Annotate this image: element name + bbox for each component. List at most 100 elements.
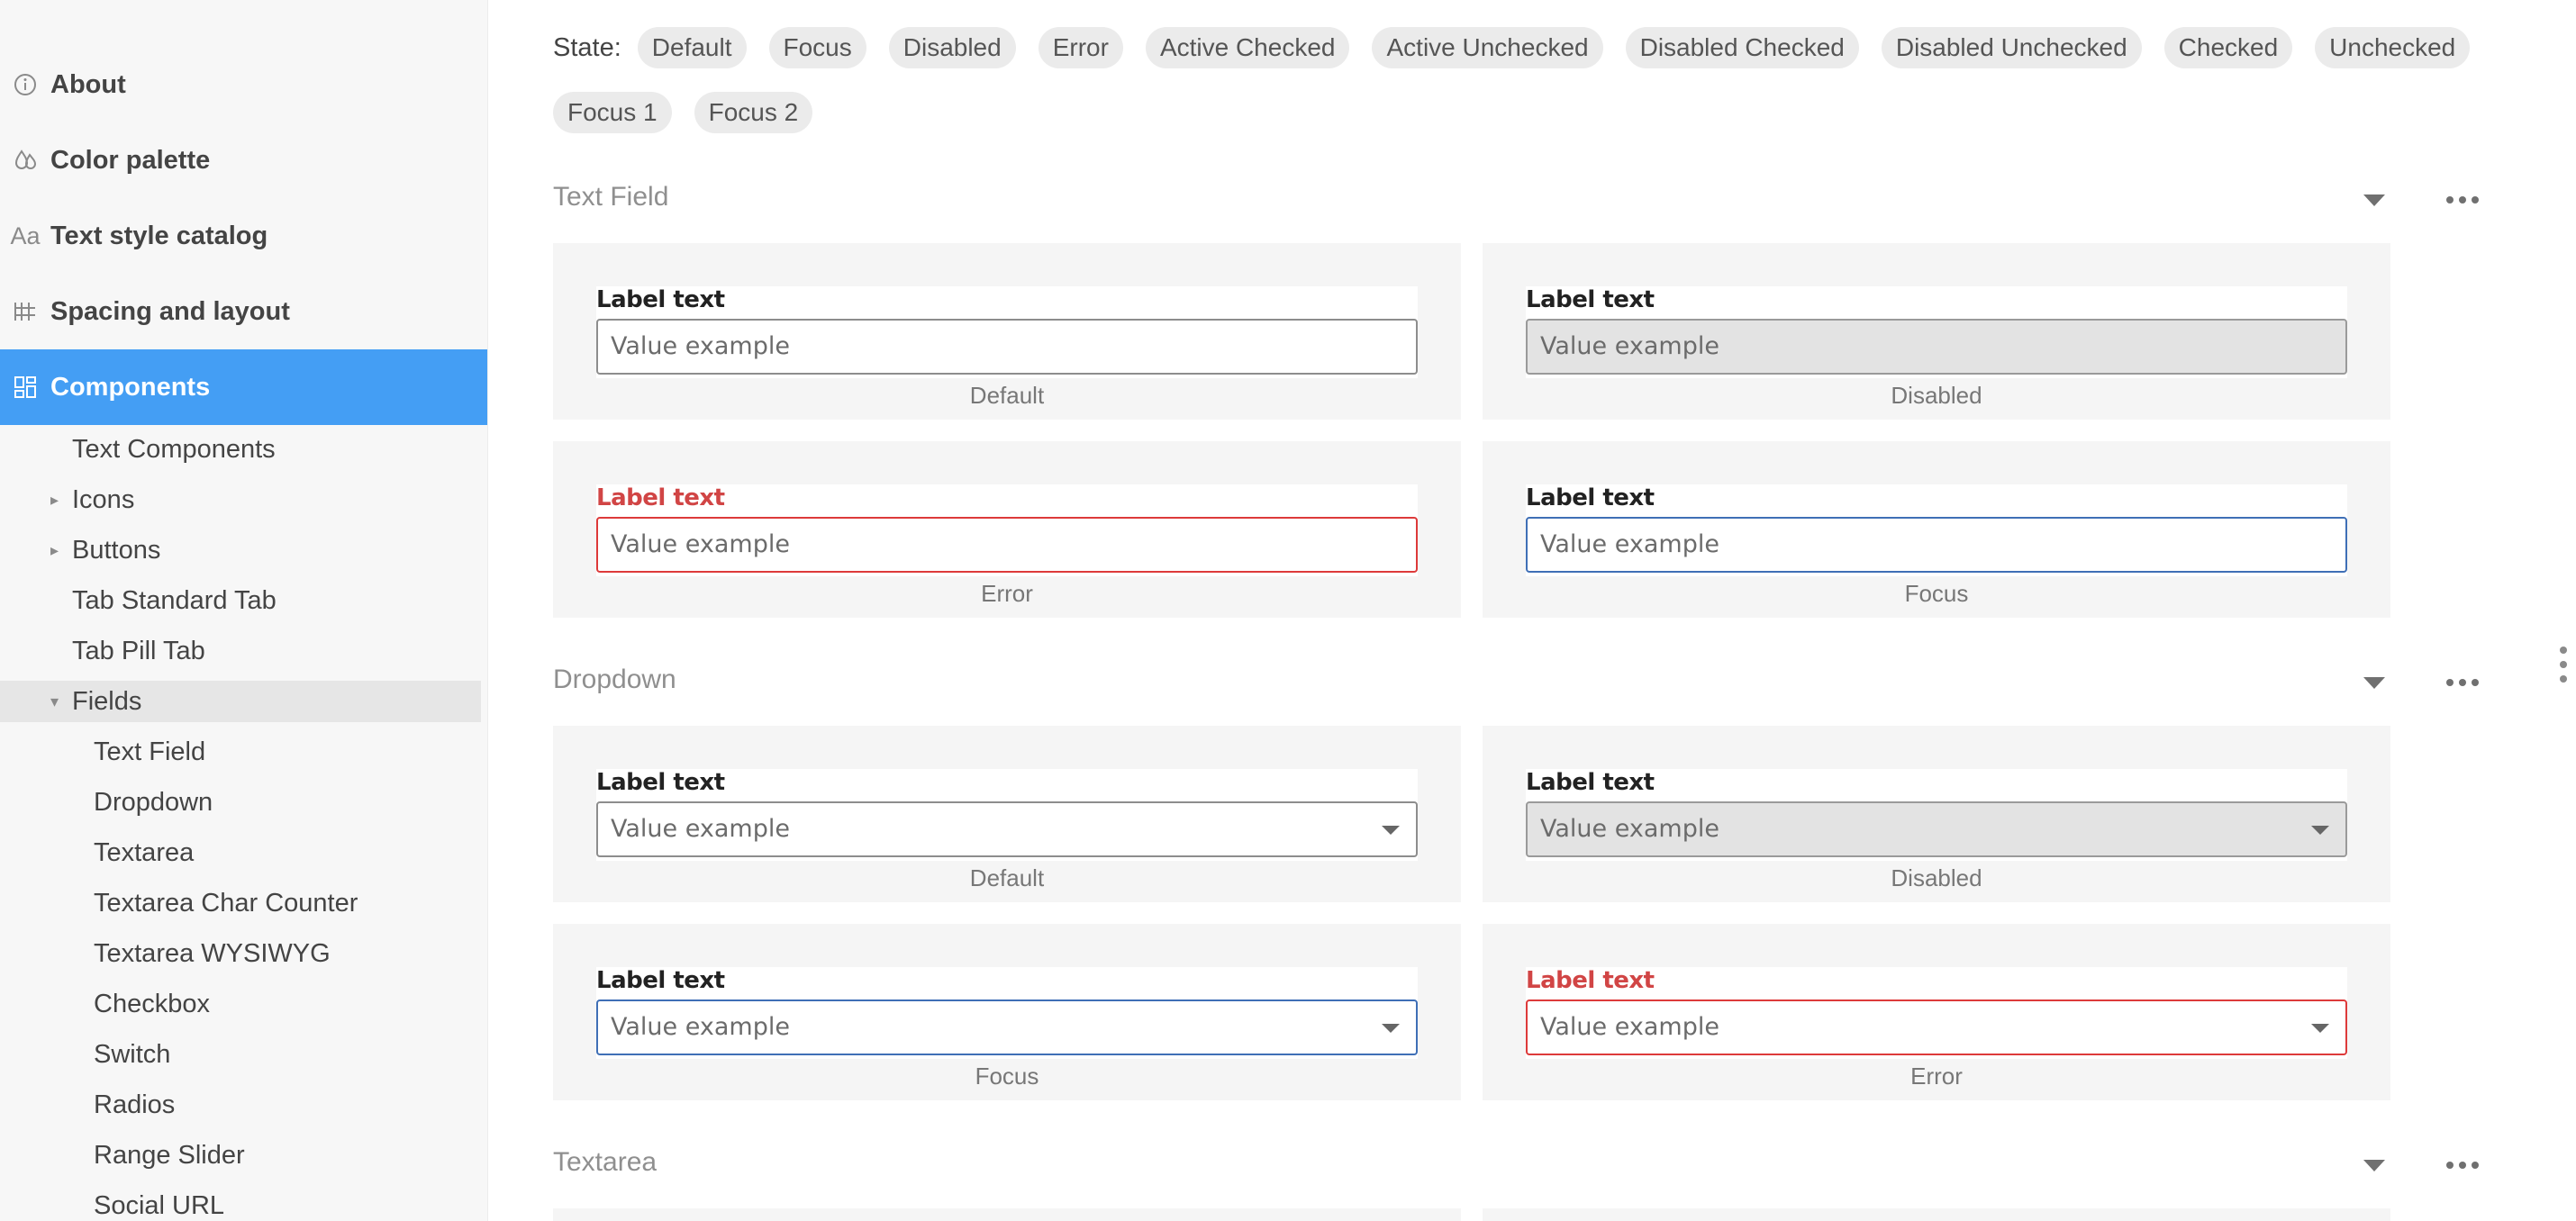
dropdown-select[interactable]: Value example bbox=[596, 999, 1418, 1055]
state-chip-checked[interactable]: Checked bbox=[2163, 27, 2293, 68]
tree-item-text-field[interactable]: Text Field bbox=[0, 731, 481, 773]
text-field-card-disabled: Label text Value example Disabled bbox=[1483, 243, 2390, 420]
tree-item-fields[interactable]: ▾ Fields bbox=[0, 681, 481, 722]
dropdown-card-default: Label text Value example Default bbox=[553, 726, 1461, 902]
field-label: Label text bbox=[596, 967, 725, 994]
tree-item-switch[interactable]: Switch bbox=[0, 1034, 481, 1075]
collapse-caret-icon[interactable] bbox=[2363, 677, 2385, 689]
nav-item-label: Components bbox=[50, 372, 211, 402]
nav-item-components[interactable]: Components bbox=[0, 349, 487, 425]
tree-item-label: Social URL bbox=[94, 1190, 225, 1220]
dropdown-field: Label text Value example bbox=[1526, 967, 2347, 1059]
state-chip-disabled[interactable]: Disabled bbox=[888, 27, 1016, 68]
dropdown-select[interactable]: Value example bbox=[596, 801, 1418, 857]
field-label: Label text bbox=[1526, 286, 1655, 313]
dropdown-card-focus: Label text Value example Focus bbox=[553, 924, 1461, 1100]
textarea-card bbox=[553, 1208, 1461, 1221]
tree-item-radios[interactable]: Radios bbox=[0, 1084, 481, 1126]
tree-item-label: Tab Standard Tab bbox=[72, 585, 277, 615]
text-input: Value example bbox=[1526, 319, 2347, 375]
more-options-icon[interactable] bbox=[2446, 679, 2479, 686]
state-chip-default[interactable]: Default bbox=[637, 27, 747, 68]
section-title-text-field: Text Field bbox=[553, 182, 669, 212]
state-caption: Focus bbox=[975, 1063, 1039, 1090]
state-chip-error[interactable]: Error bbox=[1038, 27, 1123, 68]
collapse-caret-icon[interactable] bbox=[2363, 194, 2385, 206]
tree-item-label: Icons bbox=[72, 484, 135, 514]
tree-item-tab-pill-tab[interactable]: Tab Pill Tab bbox=[0, 630, 481, 672]
resize-handle-icon[interactable] bbox=[2560, 647, 2567, 683]
state-chip-focus-2[interactable]: Focus 2 bbox=[694, 92, 813, 133]
text-input[interactable]: Value example bbox=[596, 319, 1418, 375]
tree-item-text-components[interactable]: Text Components bbox=[0, 429, 481, 470]
text-field: Label text Value example bbox=[1526, 286, 2347, 378]
tree-item-textarea-char-counter[interactable]: Textarea Char Counter bbox=[0, 882, 481, 924]
field-label: Label text bbox=[596, 769, 725, 796]
nav-item-color-palette[interactable]: Color palette bbox=[0, 122, 487, 198]
nav-item-text-style-catalog[interactable]: Aa Text style catalog bbox=[0, 198, 487, 274]
text-style-icon: Aa bbox=[10, 222, 41, 249]
state-caption: Disabled bbox=[1891, 382, 1982, 409]
tree-item-label: Fields bbox=[72, 686, 142, 716]
nav-item-about[interactable]: About bbox=[0, 47, 487, 122]
state-caption: Default bbox=[969, 382, 1045, 409]
dropdown-value: Value example bbox=[611, 815, 790, 843]
field-label: Label text bbox=[596, 286, 725, 313]
dropdown-select: Value example bbox=[1526, 801, 2347, 857]
nav-item-label: Text style catalog bbox=[50, 221, 268, 250]
more-options-icon[interactable] bbox=[2446, 196, 2479, 204]
section-title-dropdown: Dropdown bbox=[553, 665, 676, 694]
nav-item-spacing-and-layout[interactable]: Spacing and layout bbox=[0, 274, 487, 349]
caret-right-icon[interactable]: ▸ bbox=[50, 492, 61, 508]
tree-item-textarea[interactable]: Textarea bbox=[0, 832, 481, 873]
chevron-down-icon bbox=[1382, 1024, 1400, 1033]
text-field: Label text Value example bbox=[596, 286, 1418, 378]
tree-item-icons[interactable]: ▸ Icons bbox=[0, 479, 481, 520]
caret-right-icon[interactable]: ▸ bbox=[50, 542, 61, 558]
chevron-down-icon bbox=[2311, 826, 2329, 835]
text-field: Label text Value example bbox=[1526, 484, 2347, 576]
components-icon bbox=[0, 375, 50, 400]
main-content: State: Default Focus Disabled Error Acti… bbox=[488, 0, 2576, 1221]
tree-item-label: Checkbox bbox=[94, 989, 210, 1018]
text-field-card-default: Label text Value example Default bbox=[553, 243, 1461, 420]
caret-down-icon[interactable]: ▾ bbox=[50, 693, 61, 710]
tree-item-checkbox[interactable]: Checkbox bbox=[0, 983, 481, 1025]
state-chip-active-checked[interactable]: Active Checked bbox=[1145, 27, 1350, 68]
dropdown-value: Value example bbox=[1540, 1013, 1719, 1041]
tree-item-tab-standard-tab[interactable]: Tab Standard Tab bbox=[0, 580, 481, 621]
text-input[interactable]: Value example bbox=[1526, 517, 2347, 573]
state-caption: Error bbox=[1910, 1063, 1963, 1090]
tree-item-label: Textarea WYSIWYG bbox=[94, 938, 331, 968]
tree-item-range-slider[interactable]: Range Slider bbox=[0, 1135, 481, 1176]
tree-item-textarea-wysiwyg[interactable]: Textarea WYSIWYG bbox=[0, 933, 481, 974]
state-chip-active-unchecked[interactable]: Active Unchecked bbox=[1372, 27, 1603, 68]
tree-item-label: Radios bbox=[94, 1090, 176, 1119]
sidebar: About Color palette Aa Text style catalo… bbox=[0, 0, 488, 1221]
tree-item-dropdown[interactable]: Dropdown bbox=[0, 782, 481, 823]
state-chip-focus-1[interactable]: Focus 1 bbox=[553, 92, 672, 133]
state-caption: Error bbox=[981, 580, 1033, 607]
state-chip-disabled-unchecked[interactable]: Disabled Unchecked bbox=[1881, 27, 2142, 68]
tree-item-label: Dropdown bbox=[94, 787, 213, 817]
nav-item-label: Spacing and layout bbox=[50, 296, 290, 326]
dropdown-value: Value example bbox=[1540, 815, 1719, 843]
more-options-icon[interactable] bbox=[2446, 1162, 2479, 1169]
tree-item-label: Text Components bbox=[72, 434, 276, 464]
text-field-card-error: Label text Value example Error bbox=[553, 441, 1461, 618]
dropdown-select[interactable]: Value example bbox=[1526, 999, 2347, 1055]
text-input[interactable]: Value example bbox=[596, 517, 1418, 573]
state-chip-unchecked[interactable]: Unchecked bbox=[2315, 27, 2471, 68]
field-label: Label text bbox=[1526, 967, 1655, 994]
tree-item-buttons[interactable]: ▸ Buttons bbox=[0, 529, 481, 571]
state-chip-focus[interactable]: Focus bbox=[768, 27, 866, 68]
field-label: Label text bbox=[1526, 484, 1655, 511]
state-chip-disabled-checked[interactable]: Disabled Checked bbox=[1625, 27, 1859, 68]
tree-item-label: Textarea Char Counter bbox=[94, 888, 358, 918]
text-field-card-focus: Label text Value example Focus bbox=[1483, 441, 2390, 618]
nav-item-label: Color palette bbox=[50, 145, 211, 175]
collapse-caret-icon[interactable] bbox=[2363, 1160, 2385, 1171]
tree-item-social-url[interactable]: Social URL bbox=[0, 1185, 481, 1221]
tree-item-label: Range Slider bbox=[94, 1140, 245, 1170]
field-label: Label text bbox=[1526, 769, 1655, 796]
